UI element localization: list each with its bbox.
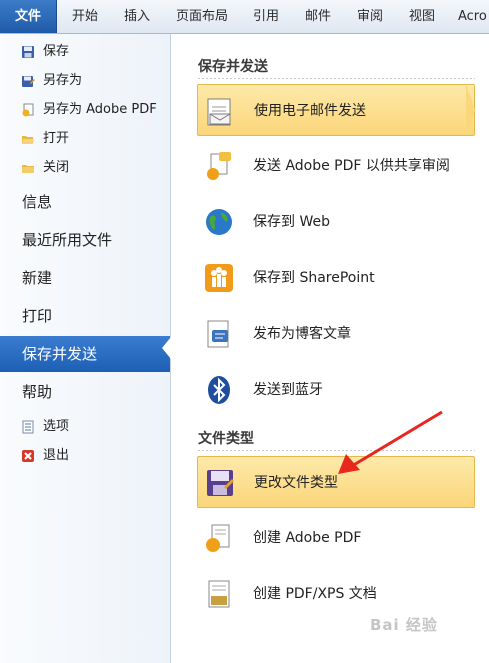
nav-recent-label: 最近所用文件 — [22, 231, 113, 249]
item-publish-blog-label: 发布为博客文章 — [253, 326, 351, 342]
nav-save-and-send[interactable]: 保存并发送 — [0, 336, 170, 372]
nav-exit[interactable]: 退出 — [0, 443, 170, 469]
tab-view[interactable]: 视图 — [409, 0, 435, 33]
nav-save-and-send-label: 保存并发送 — [22, 345, 98, 363]
nav-print[interactable]: 打印 — [0, 298, 170, 334]
nav-save[interactable]: 保存 — [0, 39, 170, 65]
item-create-pdf-label: 创建 Adobe PDF — [253, 530, 362, 546]
blog-icon — [207, 320, 229, 348]
tab-file[interactable]: 文件 — [0, 0, 57, 33]
active-item-pointer — [466, 84, 475, 136]
nav-options-label: 选项 — [43, 419, 70, 434]
nav-close-label: 关闭 — [43, 160, 70, 175]
email-icon — [207, 98, 231, 126]
nav-open[interactable]: 打开 — [0, 126, 170, 152]
save-as-icon — [22, 76, 35, 87]
item-send-pdf-review[interactable]: 发送 Adobe PDF 以供共享审阅 — [197, 140, 475, 192]
item-create-pdf-xps-label: 创建 PDF/XPS 文档 — [253, 586, 377, 602]
nav-save-as-pdf-label: 另存为 Adobe PDF — [43, 102, 157, 117]
nav-new[interactable]: 新建 — [0, 260, 170, 296]
watermark: Bai 经验 — [370, 616, 438, 634]
tab-page-layout[interactable]: 页面布局 — [176, 0, 228, 33]
sharepoint-icon — [205, 264, 233, 292]
nav-save-as[interactable]: 另存为 — [0, 68, 170, 94]
save-icon — [22, 46, 34, 58]
bluetooth-icon — [208, 376, 230, 404]
item-create-pdf[interactable]: 创建 Adobe PDF — [197, 512, 475, 564]
backstage-nav: 保存 另存为 另存为 Adobe PDF 打开 关闭 信息 最近所用文件 新建 … — [0, 34, 171, 663]
nav-print-label: 打印 — [22, 307, 53, 325]
section-file-types-title: 文件类型 — [198, 431, 254, 447]
ribbon-tab-bar: 文件 开始 插入 页面布局 引用 邮件 审阅 视图 Acro — [0, 0, 489, 34]
nav-help[interactable]: 帮助 — [0, 374, 170, 410]
item-create-pdf-xps[interactable]: 创建 PDF/XPS 文档 — [197, 568, 475, 620]
nav-options[interactable]: 选项 — [0, 414, 170, 440]
nav-info-label: 信息 — [22, 193, 53, 211]
close-folder-icon — [22, 165, 34, 173]
section-save-send-title: 保存并发送 — [198, 59, 268, 75]
item-send-email-label: 使用电子邮件发送 — [254, 103, 366, 119]
tab-review[interactable]: 审阅 — [357, 0, 383, 33]
nav-save-as-label: 另存为 — [43, 73, 83, 88]
annotation-arrow-icon — [338, 410, 443, 474]
pdf-review-icon — [207, 152, 231, 180]
item-save-sharepoint[interactable]: 保存到 SharePoint — [197, 252, 475, 304]
item-save-web-label: 保存到 Web — [253, 214, 330, 230]
change-filetype-icon — [207, 470, 234, 496]
tab-home[interactable]: 开始 — [72, 0, 98, 33]
globe-icon — [206, 209, 232, 235]
tab-insert[interactable]: 插入 — [124, 0, 150, 33]
nav-new-label: 新建 — [22, 269, 53, 287]
section-divider — [198, 78, 475, 79]
nav-save-label: 保存 — [43, 44, 70, 59]
save-as-pdf-icon — [22, 103, 34, 117]
nav-open-label: 打开 — [43, 131, 70, 146]
item-publish-blog[interactable]: 发布为博客文章 — [197, 308, 475, 360]
item-send-bluetooth-label: 发送到蓝牙 — [253, 382, 323, 398]
open-folder-icon — [22, 136, 34, 144]
exit-icon — [22, 450, 34, 462]
nav-info[interactable]: 信息 — [0, 184, 170, 220]
nav-exit-label: 退出 — [43, 448, 70, 463]
create-pdf-icon — [206, 524, 230, 552]
item-send-pdf-review-label: 发送 Adobe PDF 以供共享审阅 — [253, 158, 450, 174]
nav-save-as-pdf[interactable]: 另存为 Adobe PDF — [0, 97, 170, 123]
item-save-web[interactable]: 保存到 Web — [197, 196, 475, 248]
nav-recent[interactable]: 最近所用文件 — [0, 222, 170, 258]
options-icon — [22, 420, 34, 434]
pdf-xps-icon — [208, 580, 230, 608]
item-change-file-type-label: 更改文件类型 — [254, 475, 338, 491]
item-save-sharepoint-label: 保存到 SharePoint — [253, 270, 375, 286]
tab-acrobat[interactable]: Acro — [458, 0, 487, 33]
item-send-email[interactable]: 使用电子邮件发送 — [197, 84, 475, 136]
nav-close[interactable]: 关闭 — [0, 155, 170, 181]
active-nav-pointer — [162, 337, 171, 359]
tab-references[interactable]: 引用 — [253, 0, 279, 33]
nav-help-label: 帮助 — [22, 383, 53, 401]
tab-mailings[interactable]: 邮件 — [305, 0, 331, 33]
